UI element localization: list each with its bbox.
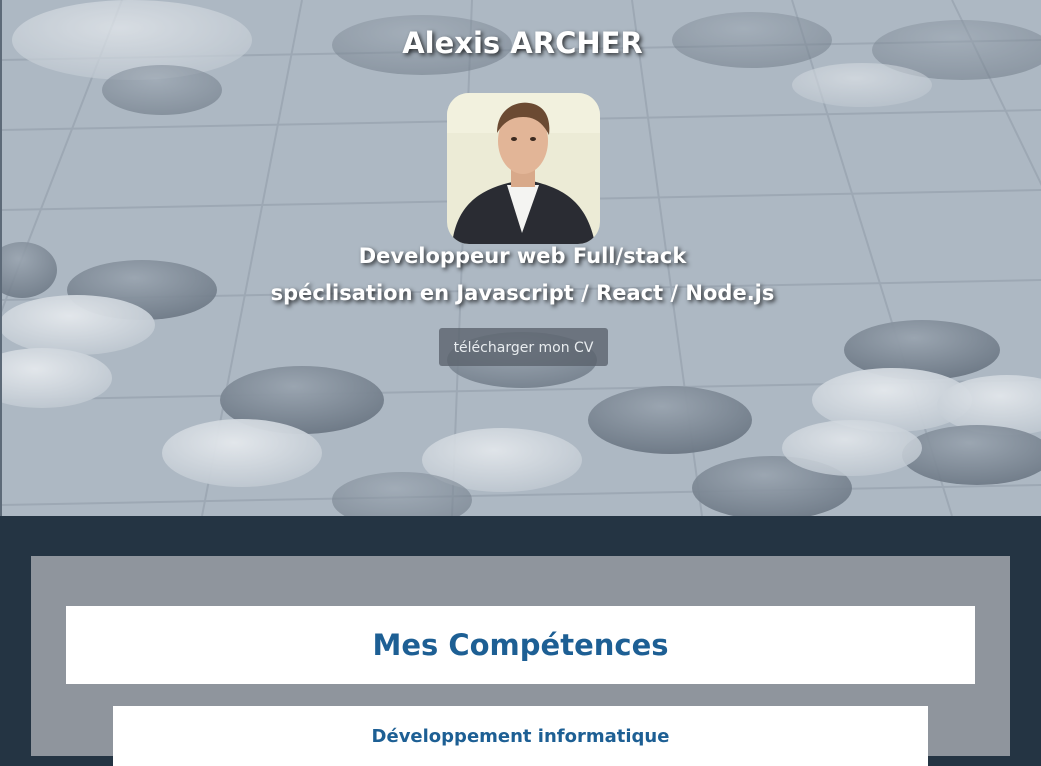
skills-header: Mes Compétences [66, 606, 975, 684]
profile-photo [447, 93, 600, 244]
avatar [447, 93, 600, 244]
skill-card-title: Développement informatique [371, 726, 670, 747]
job-specialization: spéclisation en Javascript / React / Nod… [270, 281, 775, 305]
skill-card-development: Développement informatique [113, 706, 928, 766]
download-cv-button[interactable]: télécharger mon CV [439, 328, 608, 366]
skills-title: Mes Compétences [372, 628, 669, 662]
skills-section: Mes Compétences Développement informatiq… [31, 556, 1010, 766]
page-title: Alexis ARCHER [402, 26, 643, 60]
job-title: Developpeur web Full/stack [358, 244, 687, 268]
hero-section: Alexis ARCHER Developpeur web Full/stack… [0, 0, 1041, 516]
